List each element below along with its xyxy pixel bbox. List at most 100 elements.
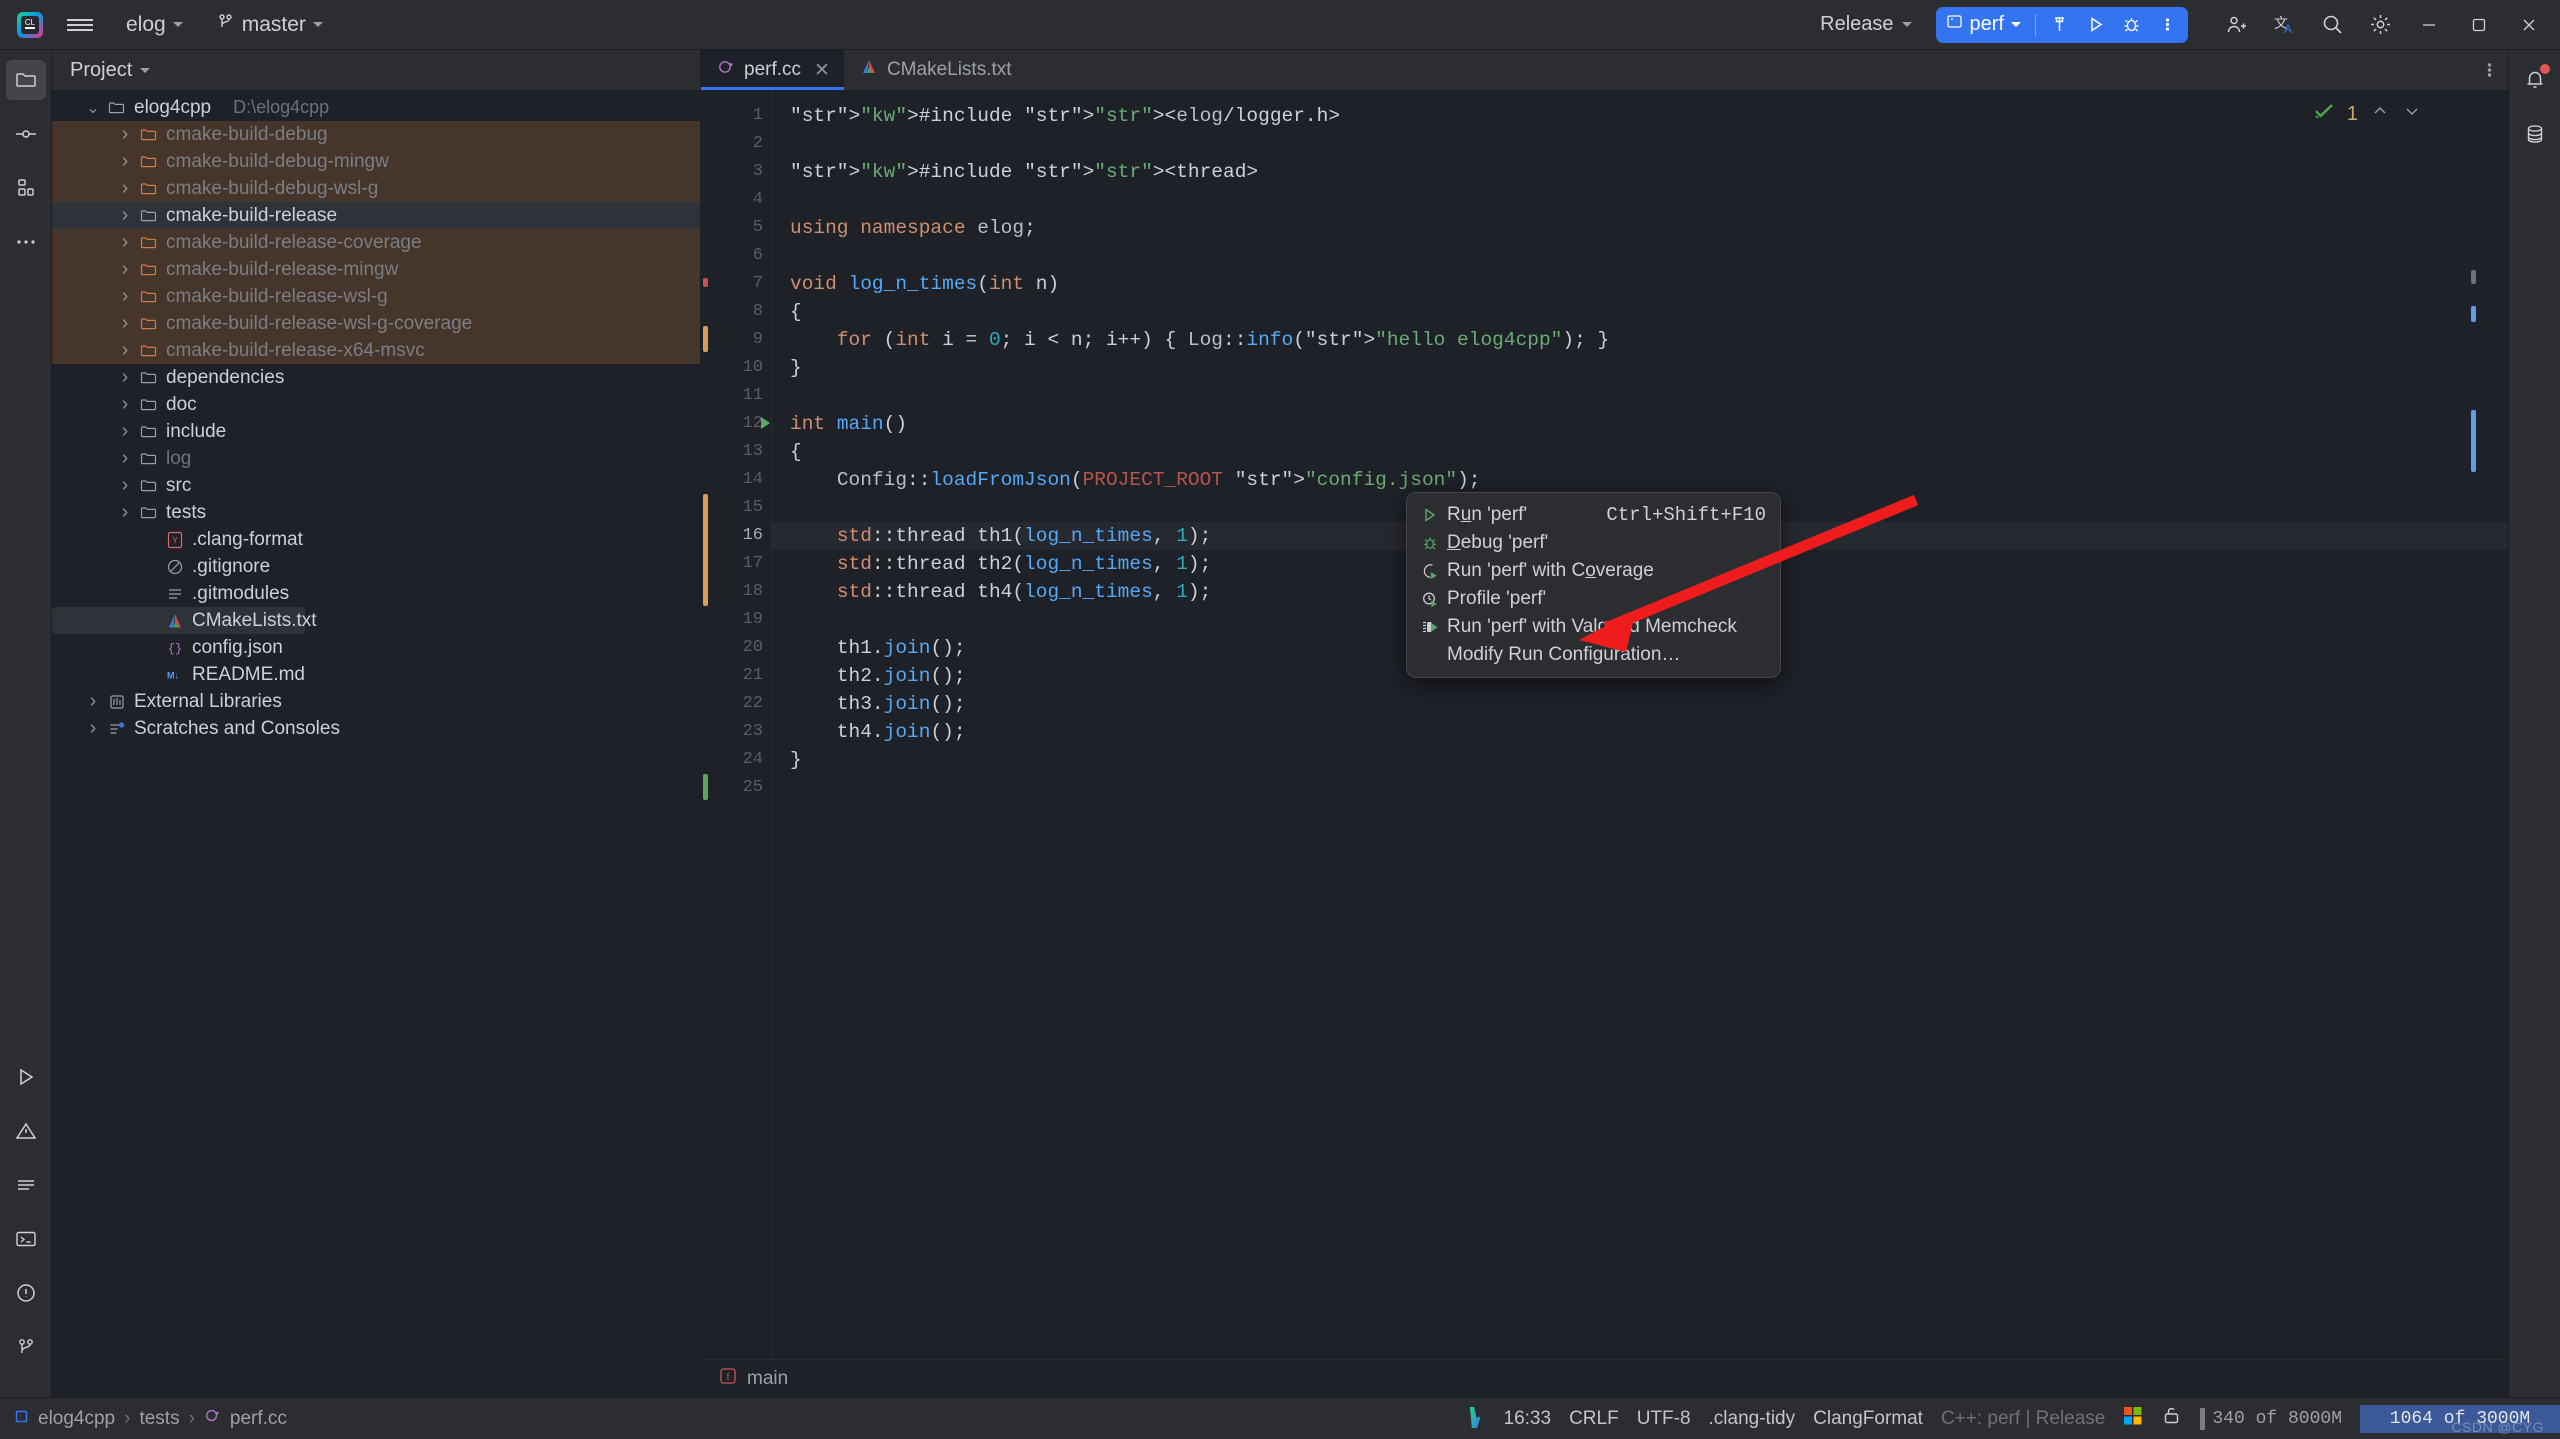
clang-format-indicator[interactable]: ClangFormat [1813, 1408, 1923, 1430]
code-line[interactable]: th3.join(); [772, 690, 2508, 718]
chevron-up-icon[interactable] [2370, 101, 2390, 127]
project-panel-header[interactable]: Project [52, 50, 700, 90]
line-number[interactable]: 1 [701, 102, 771, 130]
line-number[interactable]: 10 [701, 354, 771, 382]
run-button[interactable] [2078, 10, 2112, 40]
sidebar-item-structure[interactable] [6, 168, 46, 208]
line-number[interactable]: 2 [701, 130, 771, 158]
chevron-down-icon[interactable]: ⌄ [82, 98, 104, 118]
chevron-right-icon[interactable]: › [82, 690, 104, 713]
code-line[interactable]: { [772, 438, 2508, 466]
tree-node[interactable]: ⌄ elog4cpp D:\elog4cpp [52, 94, 700, 121]
close-icon[interactable] [2504, 3, 2554, 47]
sidebar-item-notifications[interactable] [2515, 60, 2555, 100]
chevron-right-icon[interactable]: › [114, 204, 136, 227]
chevron-right-icon[interactable]: › [114, 231, 136, 254]
line-number[interactable]: 6 [701, 242, 771, 270]
more-vertical-icon[interactable] [2487, 50, 2508, 90]
tree-node[interactable]: › cmake-build-release-mingw [52, 256, 700, 283]
code-line[interactable]: "str">"kw">#include "str">"str"><elog/lo… [772, 102, 2508, 130]
tree-node[interactable]: › cmake-build-debug-mingw [52, 148, 700, 175]
intellij-v-icon[interactable] [1466, 1404, 1486, 1434]
unlocked-icon[interactable] [2161, 1405, 2182, 1432]
status-breadcrumb[interactable]: elog4cpp › tests › perf.cc [14, 1407, 287, 1430]
line-number[interactable]: 7 [701, 270, 771, 298]
tab-perf-cc[interactable]: perf.cc ✕ [701, 50, 844, 90]
file-encoding[interactable]: UTF-8 [1637, 1408, 1691, 1430]
tree-node[interactable]: › include [52, 418, 700, 445]
code-line[interactable]: int main() [772, 410, 2508, 438]
chevron-right-icon[interactable]: › [114, 501, 136, 524]
tree-node[interactable]: Y .clang-format [52, 526, 700, 553]
tree-node[interactable]: › doc [52, 391, 700, 418]
menu-item-run-perf-with-coverage[interactable]: Run 'perf' with Coverage [1407, 557, 1780, 585]
code-line[interactable]: void log_n_times(int n) [772, 270, 2508, 298]
sidebar-item-run[interactable] [6, 1057, 46, 1097]
breadcrumb-segment[interactable]: tests [139, 1408, 179, 1430]
menu-item-profile-perf[interactable]: Profile 'perf' [1407, 585, 1780, 613]
code-text[interactable]: "str">"kw">#include "str">"str"><elog/lo… [771, 90, 2508, 1359]
restore-icon[interactable] [2454, 3, 2504, 47]
line-number[interactable]: 13 [701, 438, 771, 466]
code-line[interactable] [772, 186, 2508, 214]
chevron-right-icon[interactable]: › [114, 447, 136, 470]
tree-node[interactable]: › cmake-build-release-coverage [52, 229, 700, 256]
editor-breadcrumbs[interactable]: f main [701, 1359, 2508, 1397]
line-number[interactable]: 20 [701, 634, 771, 662]
menu-item-debug-perf[interactable]: Debug 'perf' [1407, 529, 1780, 557]
line-number[interactable]: 9 [701, 326, 771, 354]
debug-button[interactable] [2114, 10, 2148, 40]
tree-node[interactable]: › log [52, 445, 700, 472]
account-add-icon[interactable] [2212, 5, 2260, 45]
chevron-right-icon[interactable]: › [114, 285, 136, 308]
breadcrumb-segment[interactable]: elog4cpp [38, 1408, 115, 1430]
code-line[interactable] [772, 130, 2508, 158]
close-icon[interactable]: ✕ [814, 59, 830, 82]
code-line[interactable]: for (int i = 0; i < n; i++) { Log::info(… [772, 326, 2508, 354]
minimize-icon[interactable] [2404, 3, 2454, 47]
caret-position[interactable]: 16:33 [1504, 1408, 1552, 1430]
sidebar-item-terminal[interactable] [6, 1219, 46, 1259]
windows-logo-icon[interactable] [2123, 1406, 2143, 1432]
line-number[interactable]: 19 [701, 606, 771, 634]
chevron-right-icon[interactable]: › [114, 312, 136, 335]
line-number[interactable]: 23 [701, 718, 771, 746]
line-number[interactable]: 4 [701, 186, 771, 214]
branch-selector[interactable]: master [207, 8, 333, 42]
line-number[interactable]: 22 [701, 690, 771, 718]
sidebar-item-problems[interactable] [6, 1111, 46, 1151]
line-number[interactable]: 15 [701, 494, 771, 522]
breadcrumb-segment[interactable]: perf.cc [230, 1408, 287, 1430]
chevron-right-icon[interactable]: › [114, 177, 136, 200]
code-line[interactable] [772, 382, 2508, 410]
hamburger-menu-icon[interactable] [58, 5, 102, 45]
chevron-right-icon[interactable]: › [114, 393, 136, 416]
code-line[interactable]: } [772, 354, 2508, 382]
tree-node[interactable]: › src [52, 472, 700, 499]
project-selector[interactable]: elog [116, 8, 193, 42]
chevron-right-icon[interactable]: › [114, 258, 136, 281]
tab-cmakelists-txt[interactable]: CMakeLists.txt [844, 50, 1026, 90]
line-number[interactable]: 8 [701, 298, 771, 326]
inspection-widget[interactable]: 1 [2313, 100, 2422, 128]
sidebar-item-more[interactable] [6, 222, 46, 262]
tree-node[interactable]: › dependencies [52, 364, 700, 391]
chevron-right-icon[interactable]: › [114, 150, 136, 173]
code-line[interactable]: { [772, 298, 2508, 326]
code-line[interactable]: } [772, 746, 2508, 774]
project-tree[interactable]: ⌄ elog4cpp D:\elog4cpp › cmake-build-debug › c… [52, 90, 700, 1397]
line-number-gutter[interactable]: 1 2 3 4 5 6 7 8 9 10 11 12 13 14 15 16 17 18 19 20 21 22 23 24 2… [701, 90, 771, 1359]
line-number[interactable]: 11 [701, 382, 771, 410]
chevron-right-icon[interactable]: › [114, 474, 136, 497]
run-configuration-selector[interactable]: perf [1940, 13, 2029, 36]
code-line[interactable]: th4.join(); [772, 718, 2508, 746]
tree-node[interactable]: {} config.json [52, 634, 700, 661]
heap-indicator[interactable]: 340 of 8000M [2200, 1407, 2342, 1430]
menu-item-modify-run-configuration[interactable]: Modify Run Configuration… [1407, 641, 1780, 669]
chevron-right-icon[interactable]: › [114, 420, 136, 443]
editor-scrollbar[interactable] [2456, 90, 2484, 1359]
tree-node[interactable]: › cmake-build-release-wsl-g [52, 283, 700, 310]
chevron-right-icon[interactable]: › [114, 366, 136, 389]
tree-node[interactable]: M↓ README.md [52, 661, 700, 688]
sidebar-item-database[interactable] [2515, 114, 2555, 154]
